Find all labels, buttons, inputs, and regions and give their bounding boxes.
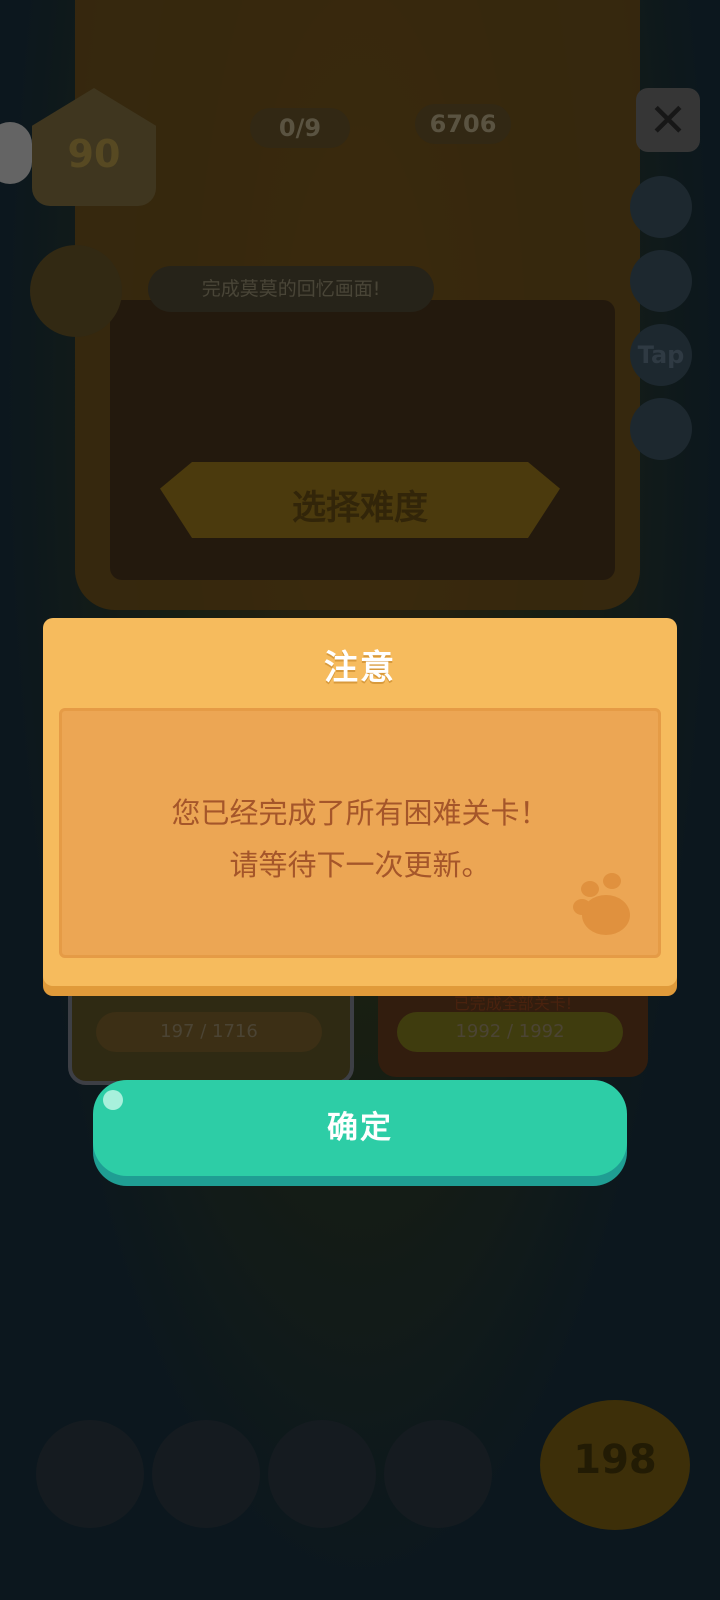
dialog-title: 注意 xyxy=(324,648,396,688)
dialog-body: 您已经完成了所有困难关卡！ 请等待下一次更新。 xyxy=(59,708,661,958)
dialog-message-line1: 您已经完成了所有困难关卡！ xyxy=(171,796,549,830)
paw-icon xyxy=(573,873,630,935)
confirm-button-label: 确定 xyxy=(327,1110,393,1146)
button-shine xyxy=(103,1090,123,1110)
notice-dialog: 注意 您已经完成了所有困难关卡！ 请等待下一次更新。 xyxy=(43,618,677,986)
confirm-button[interactable]: 确定 xyxy=(93,1080,627,1176)
